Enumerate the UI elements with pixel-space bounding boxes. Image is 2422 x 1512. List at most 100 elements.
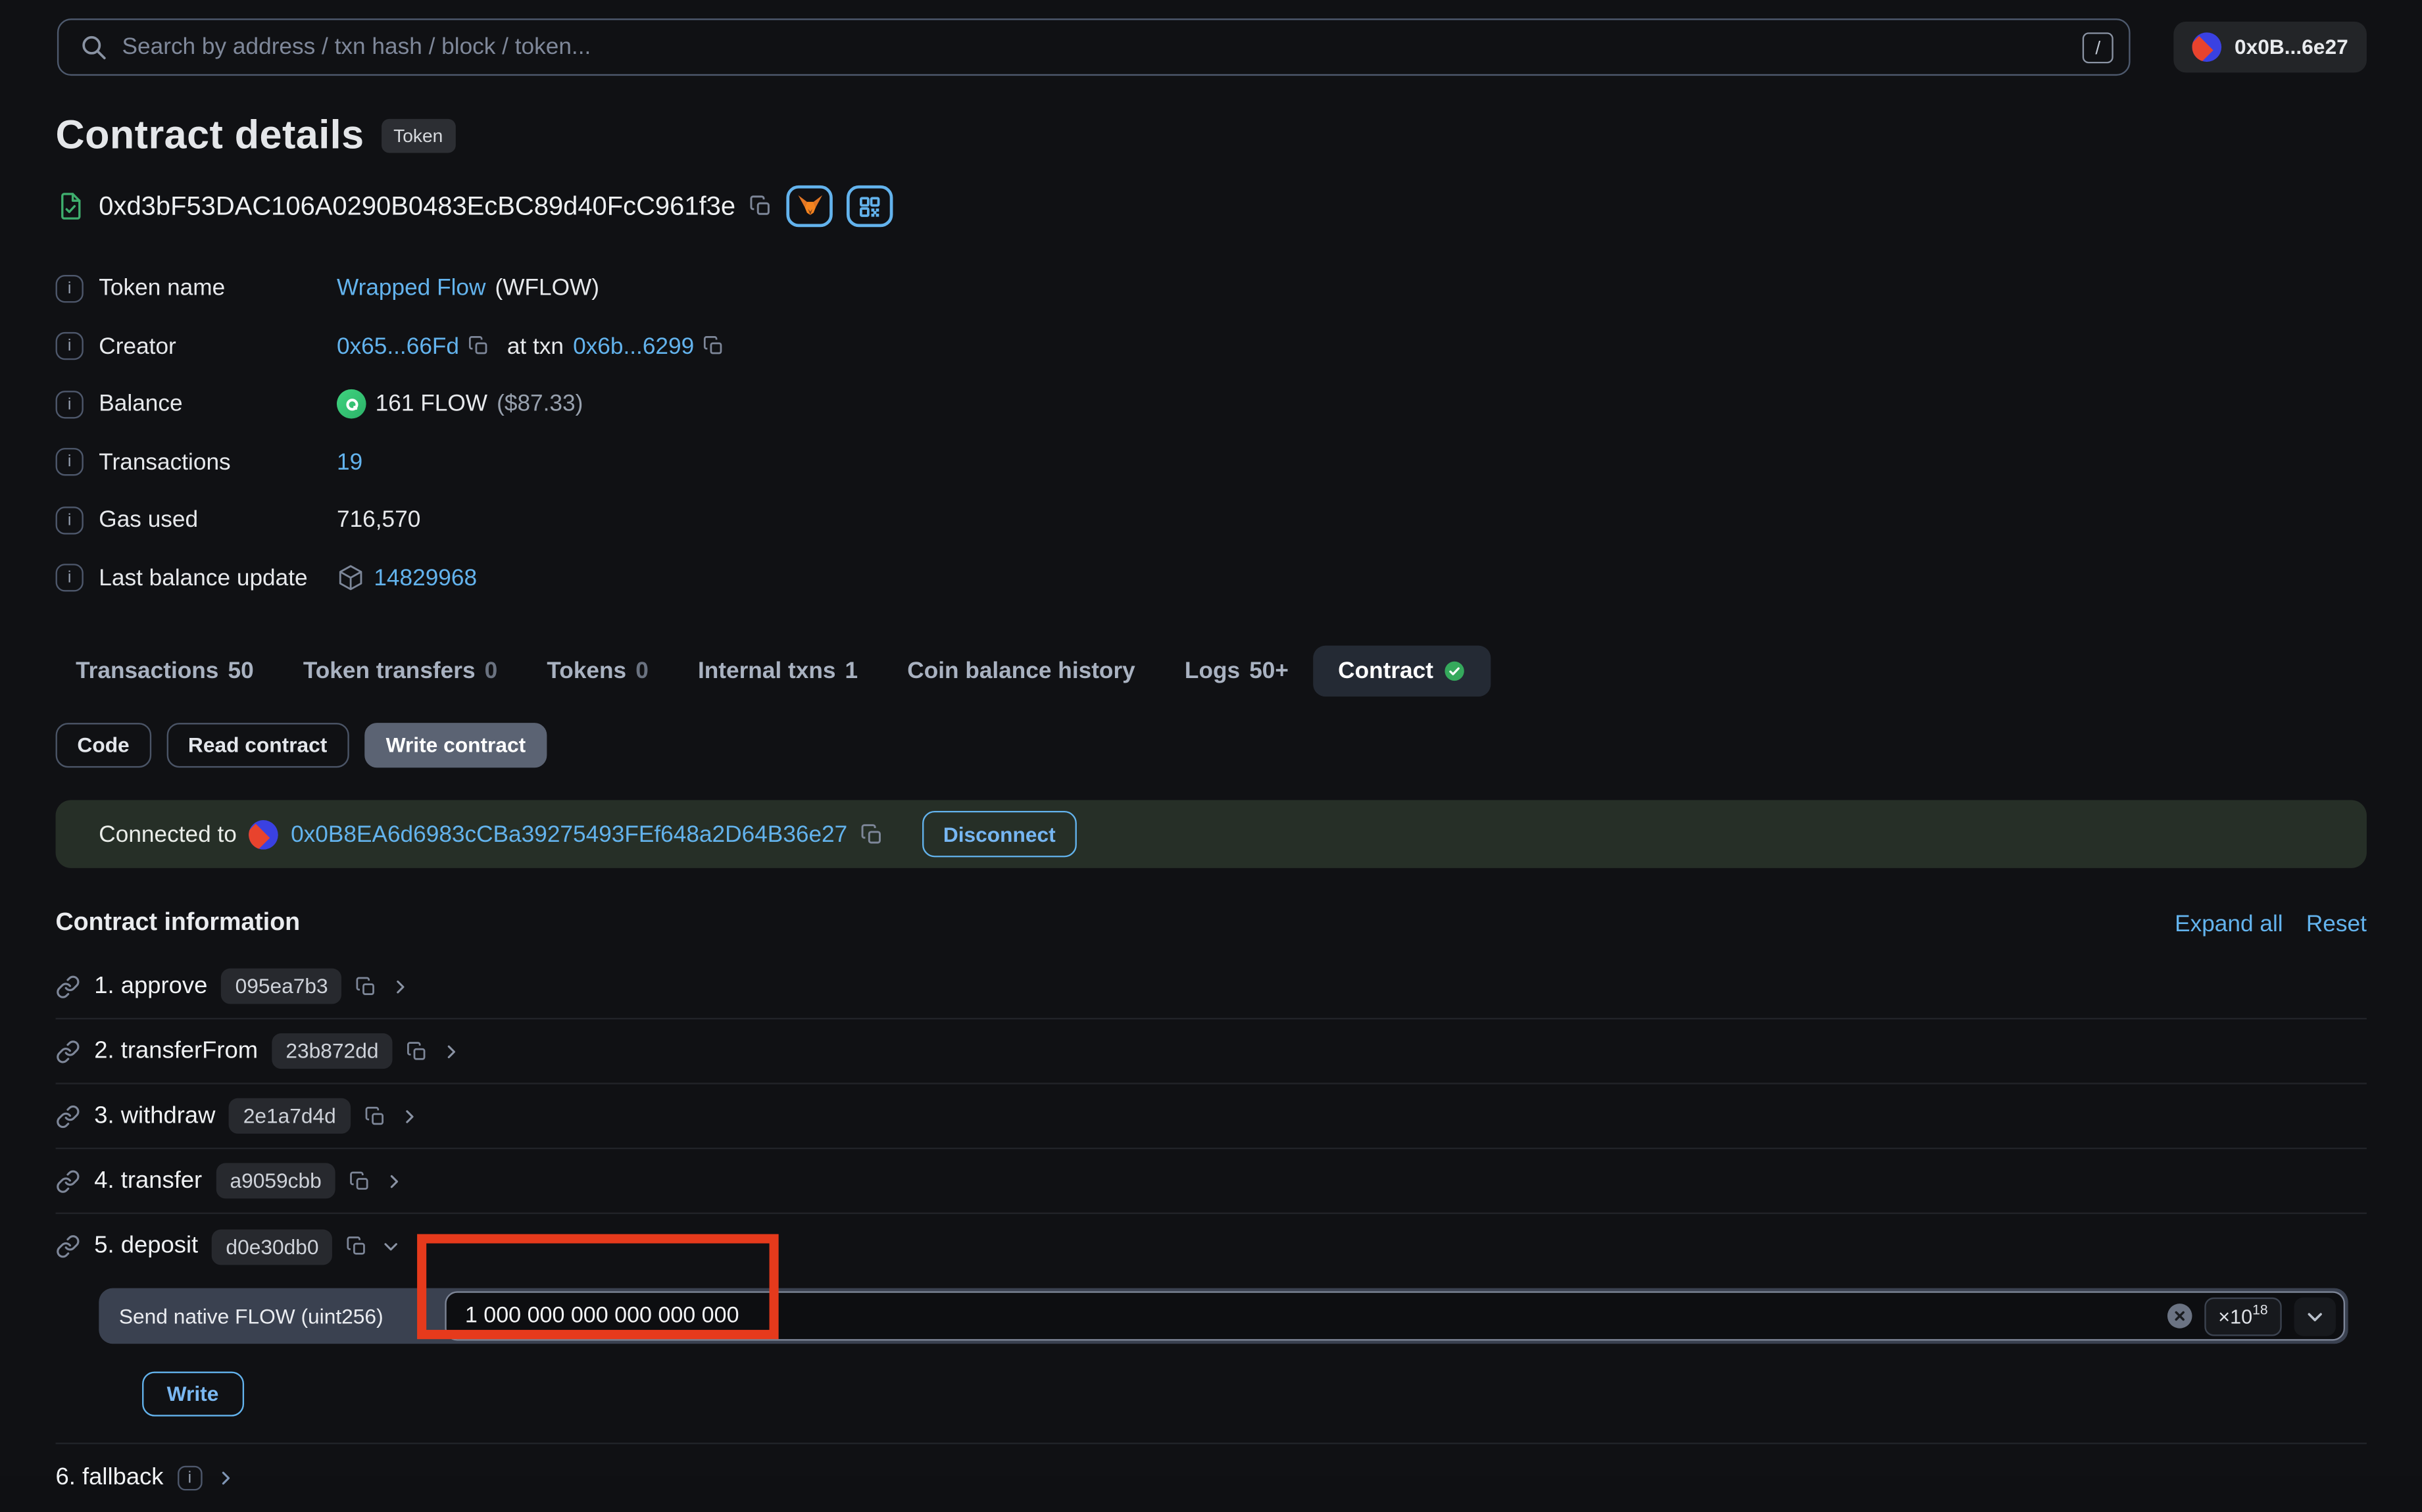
chevron-right-icon[interactable] <box>385 1171 403 1190</box>
info-row-token-name: i Token name Wrapped Flow (WFLOW) <box>56 260 2367 318</box>
write-button[interactable]: Write <box>142 1371 243 1416</box>
chevron-right-icon[interactable] <box>399 1107 418 1125</box>
deposit-field-row: Send native FLOW (uint256) ×1018 <box>99 1288 2348 1344</box>
chevron-down-icon[interactable] <box>382 1237 401 1256</box>
qr-code-icon <box>858 194 883 219</box>
subtab-read-contract[interactable]: Read contract <box>166 723 349 768</box>
chevron-right-icon[interactable] <box>391 977 410 995</box>
info-row-last-balance-update: iLast balance update 14829968 <box>56 549 2367 607</box>
balance-usd: ($87.33) <box>497 391 583 418</box>
reset-link[interactable]: Reset <box>2306 910 2367 937</box>
contract-subtabs: Code Read contract Write contract <box>56 723 2367 768</box>
creator-address-link[interactable]: 0x65...66Fd <box>337 333 459 360</box>
info-label: Balance <box>99 391 182 418</box>
copy-signature-icon[interactable] <box>347 1236 368 1257</box>
copy-address-icon[interactable] <box>749 195 772 218</box>
copy-signature-icon[interactable] <box>356 975 378 997</box>
method-row-transfer[interactable]: 4. transfer a9059cbb <box>56 1149 2367 1214</box>
top-bar: / 0x0B...6e27 <box>0 0 2422 76</box>
method-row-fallback[interactable]: 6. fallback i <box>56 1444 2367 1512</box>
info-row-transactions: iTransactions 19 <box>56 433 2367 491</box>
wallet-avatar <box>2193 32 2223 62</box>
subtab-code[interactable]: Code <box>56 723 151 768</box>
info-icon: i <box>56 564 84 592</box>
info-row-gas-used: iGas used 716,570 <box>56 491 2367 549</box>
tab-contract[interactable]: Contract <box>1314 646 1491 697</box>
qr-code-button[interactable] <box>847 185 893 227</box>
info-row-balance: iBalance 161 FLOW ($87.33) <box>56 376 2367 433</box>
info-label: Creator <box>99 333 176 360</box>
flow-token-icon <box>337 389 366 419</box>
deposit-expanded-panel: Send native FLOW (uint256) ×1018 Write <box>56 1279 2367 1420</box>
info-icon: i <box>56 274 84 302</box>
deposit-amount-field[interactable]: ×1018 <box>445 1291 2345 1340</box>
copy-connected-address-icon[interactable] <box>860 823 883 846</box>
chevron-right-icon[interactable] <box>442 1042 460 1060</box>
info-label: Token name <box>99 276 225 302</box>
info-icon: i <box>56 391 84 418</box>
token-symbol: (WFLOW) <box>495 276 599 302</box>
connected-address-link[interactable]: 0x0B8EA6d6983cCBa39275493FEf648a2D64B36e… <box>291 821 847 847</box>
transactions-count-link[interactable]: 19 <box>337 449 362 476</box>
section-title: Contract information <box>56 910 301 937</box>
method-signature-badge: 2e1a7d4d <box>230 1098 350 1134</box>
contract-address: 0xd3bF53DAC106A0290B0483EcBC89d40FcC961f… <box>99 191 735 222</box>
verified-check-icon <box>1443 660 1466 683</box>
token-name-link[interactable]: Wrapped Flow <box>337 276 485 302</box>
block-icon <box>337 564 364 592</box>
connected-avatar <box>249 819 279 849</box>
tab-tokens[interactable]: Tokens0 <box>522 646 674 697</box>
multiplier-dropdown-chevron[interactable] <box>2294 1297 2336 1336</box>
tab-logs[interactable]: Logs50+ <box>1160 646 1313 697</box>
info-icon: i <box>56 449 84 476</box>
copy-signature-icon[interactable] <box>364 1105 385 1127</box>
method-row-transferFrom[interactable]: 2. transferFrom 23b872dd <box>56 1019 2367 1085</box>
method-row-approve[interactable]: 1. approve 095ea7b3 <box>56 954 2367 1019</box>
search-icon <box>79 32 109 62</box>
connected-to-text: Connected to <box>99 821 237 847</box>
metamask-fox-icon <box>797 193 823 220</box>
info-icon: i <box>178 1466 203 1491</box>
expand-all-link[interactable]: Expand all <box>2175 910 2283 937</box>
method-row-deposit[interactable]: 5. deposit d0e30db0 <box>56 1214 2367 1279</box>
tab-bar: Transactions50 Token transfers0 Tokens0 … <box>51 646 2367 697</box>
info-icon: i <box>56 506 84 534</box>
method-row-withdraw[interactable]: 3. withdraw 2e1a7d4d <box>56 1085 2367 1150</box>
token-type-badge: Token <box>381 118 455 153</box>
explorer-page: / 0x0B...6e27 Contract details Token 0xd… <box>0 0 2422 1476</box>
copy-signature-icon[interactable] <box>349 1170 371 1192</box>
last-balance-block-link[interactable]: 14829968 <box>374 565 477 591</box>
tab-transactions[interactable]: Transactions50 <box>51 646 279 697</box>
deposit-amount-input[interactable] <box>465 1304 2155 1329</box>
tab-token-transfers[interactable]: Token transfers0 <box>278 646 522 697</box>
chevron-right-icon[interactable] <box>216 1469 234 1487</box>
search-input[interactable] <box>122 34 2069 61</box>
gas-used-value: 716,570 <box>337 507 420 533</box>
link-icon <box>56 974 81 999</box>
tab-internal-txns[interactable]: Internal txns1 <box>673 646 882 697</box>
link-icon <box>56 1104 81 1129</box>
link-icon <box>56 1169 81 1194</box>
copy-txn-icon[interactable] <box>703 335 725 357</box>
link-icon <box>56 1234 81 1259</box>
wallet-button[interactable]: 0x0B...6e27 <box>2174 22 2367 73</box>
deposit-field-label: Send native FLOW (uint256) <box>99 1304 445 1327</box>
clear-input-icon[interactable] <box>2167 1304 2192 1329</box>
multiplier-badge[interactable]: ×1018 <box>2204 1297 2282 1336</box>
creator-middle-text: at txn <box>507 333 564 360</box>
disconnect-button[interactable]: Disconnect <box>922 811 1077 857</box>
wallet-address-label: 0x0B...6e27 <box>2235 36 2348 59</box>
subtab-write-contract[interactable]: Write contract <box>364 723 547 768</box>
creation-txn-link[interactable]: 0x6b...6299 <box>573 333 694 360</box>
method-signature-badge: a9059cbb <box>216 1163 335 1198</box>
method-signature-badge: d0e30db0 <box>212 1229 332 1264</box>
search-bar[interactable]: / <box>57 18 2131 76</box>
tab-coin-balance-history[interactable]: Coin balance history <box>883 646 1160 697</box>
copy-signature-icon[interactable] <box>407 1040 428 1062</box>
copy-creator-icon[interactable] <box>468 335 490 357</box>
info-row-creator: iCreator 0x65...66Fd at txn 0x6b...6299 <box>56 318 2367 376</box>
methods-list: 1. approve 095ea7b3 2. transferFrom 23b8… <box>56 954 2367 1512</box>
method-signature-badge: 23b872dd <box>272 1033 392 1069</box>
page-title: Contract details <box>56 111 364 159</box>
add-to-metamask-button[interactable] <box>787 185 833 227</box>
